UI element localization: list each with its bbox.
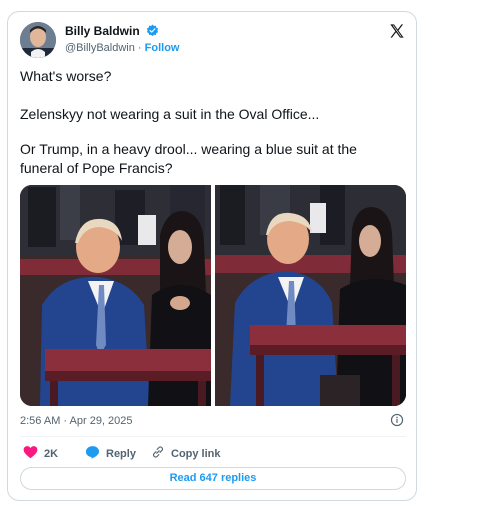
link-icon — [151, 445, 165, 462]
tweet-text-line3: Or Trump, in a heavy drool... wearing a … — [20, 141, 357, 176]
heart-icon — [23, 445, 38, 462]
copy-link-button[interactable]: Copy link — [151, 445, 221, 462]
author-name-row[interactable]: Billy Baldwin — [65, 24, 159, 40]
reply-label: Reply — [106, 447, 136, 460]
like-button[interactable]: 2K — [23, 445, 58, 462]
verified-badge-icon — [146, 24, 159, 40]
separator-dot: · — [137, 42, 142, 54]
timestamp[interactable]: 2:56 AM · Apr 29, 2025 — [20, 415, 133, 427]
tweet-card: Billy Baldwin @BillyBaldwin · Follow Wha… — [7, 11, 417, 501]
tweet-media[interactable] — [20, 185, 406, 406]
tweet-text-line1: What's worse? — [20, 68, 112, 84]
x-logo-icon[interactable] — [389, 23, 405, 39]
reply-button[interactable]: Reply — [85, 445, 136, 462]
read-replies-button[interactable]: Read 647 replies — [20, 467, 406, 490]
photo-left[interactable] — [20, 185, 211, 406]
avatar[interactable] — [20, 22, 56, 58]
divider — [20, 436, 406, 437]
tweet-text-line2: Zelenskyy not wearing a suit in the Oval… — [20, 106, 320, 122]
photo-right[interactable] — [215, 185, 406, 406]
handle-line: @BillyBaldwin · Follow — [65, 42, 179, 54]
reply-bubble-icon — [85, 445, 100, 462]
follow-button[interactable]: Follow — [145, 42, 180, 54]
author-name[interactable]: Billy Baldwin — [65, 24, 140, 38]
info-icon[interactable] — [390, 413, 404, 432]
copy-link-label: Copy link — [171, 447, 221, 460]
like-count: 2K — [44, 447, 59, 460]
author-handle[interactable]: @BillyBaldwin — [65, 42, 135, 54]
